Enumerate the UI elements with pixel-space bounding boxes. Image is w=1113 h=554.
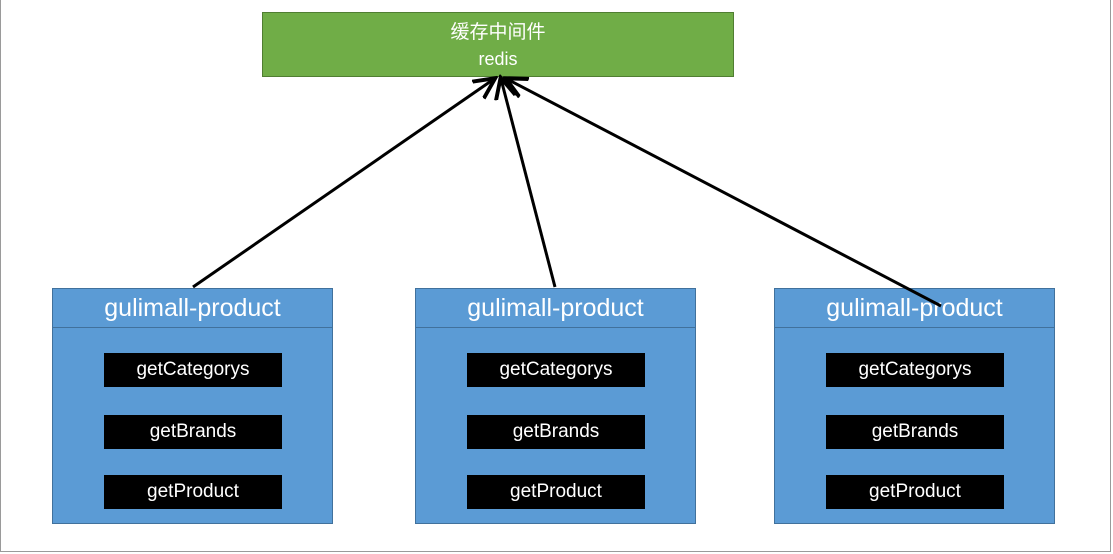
service-name: gulimall-product	[53, 289, 332, 328]
service-box-3: gulimall-product getCategorys getBrands …	[774, 288, 1055, 524]
cache-middleware-box: 缓存中间件 redis	[262, 12, 734, 77]
method-get-categorys: getCategorys	[104, 353, 282, 387]
method-get-product: getProduct	[826, 475, 1004, 509]
method-get-brands: getBrands	[826, 415, 1004, 449]
service-box-2: gulimall-product getCategorys getBrands …	[415, 288, 696, 524]
cache-subtitle: redis	[478, 49, 518, 69]
method-get-brands: getBrands	[104, 415, 282, 449]
service-box-1: gulimall-product getCategorys getBrands …	[52, 288, 333, 524]
method-get-categorys: getCategorys	[467, 353, 645, 387]
service-name: gulimall-product	[775, 289, 1054, 328]
method-get-categorys: getCategorys	[826, 353, 1004, 387]
method-get-brands: getBrands	[467, 415, 645, 449]
service-name: gulimall-product	[416, 289, 695, 328]
method-get-product: getProduct	[467, 475, 645, 509]
method-get-product: getProduct	[104, 475, 282, 509]
cache-title: 缓存中间件	[450, 21, 546, 43]
